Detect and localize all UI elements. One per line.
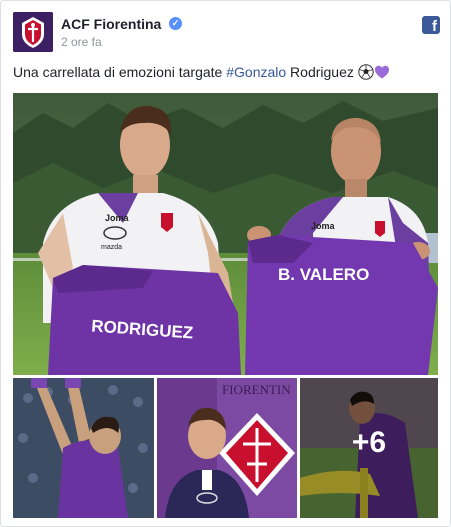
photo-thumbnail[interactable]: FIORENTIN (157, 378, 297, 518)
more-photos-count: +6 (351, 426, 387, 459)
page-name[interactable]: ACF Fiorentina (61, 16, 161, 32)
facebook-logo-icon[interactable]: f (422, 16, 440, 34)
sponsor-text-2: mazda (101, 244, 122, 251)
post-text-end: Rodriguez (286, 64, 358, 80)
shirt-name-right: B. VALERO (278, 265, 369, 284)
main-photo[interactable]: Joma mazda RODRIGUEZ Joma B. VALERO (13, 93, 438, 375)
post-text: Una carrellata di emozioni targate #Gonz… (13, 62, 440, 82)
sponsor-text-right: Joma (311, 221, 336, 231)
wall-sign-text: FIORENTIN (222, 382, 291, 397)
sponsor-text-left: Joma (105, 213, 130, 223)
photo-thumbnail[interactable] (13, 378, 154, 518)
post-header: ACF Fiorentina ✓ 2 ore fa f (13, 12, 440, 56)
more-photos-overlay[interactable]: +6 (300, 378, 438, 518)
soccer-ball-icon (358, 64, 374, 80)
post-text-start: Una carrellata di emozioni targate (13, 64, 227, 80)
page-avatar[interactable] (13, 12, 53, 52)
purple-heart-icon (374, 64, 390, 80)
hashtag-link[interactable]: #Gonzalo (226, 64, 286, 80)
post-timestamp[interactable]: 2 ore fa (61, 35, 102, 49)
facebook-post-card: ACF Fiorentina ✓ 2 ore fa f Una carrella… (0, 0, 451, 527)
photo-thumbnail[interactable]: +6 (300, 378, 438, 518)
verified-badge-icon: ✓ (169, 17, 182, 30)
